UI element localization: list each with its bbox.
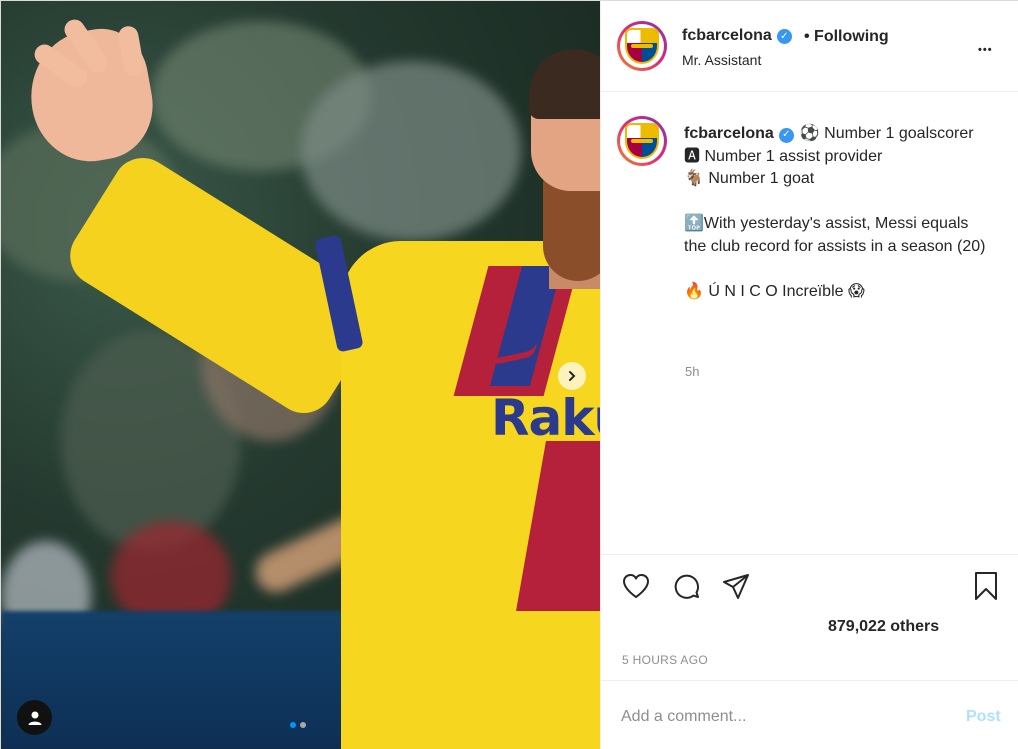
caption-username[interactable]: fcbarcelona bbox=[684, 125, 774, 142]
more-options-button[interactable]: ••• bbox=[978, 36, 993, 59]
caption-body: fcbarcelona ✓ ⚽ Number 1 goalscorer 🅰 Numb… bbox=[684, 123, 994, 303]
post-container: Rakut fcbarcelona✓ • Following Mr. Assis… bbox=[0, 0, 1018, 749]
user-tag-icon bbox=[28, 711, 41, 725]
header-username[interactable]: fcbarcelona bbox=[682, 27, 772, 44]
club-crest-logo bbox=[625, 123, 659, 159]
comment-button[interactable] bbox=[671, 571, 701, 601]
more-options-icon: ••• bbox=[978, 44, 993, 56]
carousel-dot-active bbox=[290, 722, 296, 728]
carousel-next-button[interactable] bbox=[558, 362, 586, 390]
comment-input[interactable] bbox=[621, 703, 941, 731]
following-button[interactable]: • Following bbox=[804, 28, 889, 46]
post-details-panel: fcbarcelona ✓ • Following Mr. Assistant •… bbox=[600, 1, 1018, 749]
header-username-link[interactable]: fcbarcelona ✓ bbox=[682, 27, 792, 45]
header-subtitle[interactable]: Mr. Assistant bbox=[682, 52, 761, 68]
bookmark-icon bbox=[975, 572, 997, 600]
carousel-indicator bbox=[290, 722, 306, 728]
heart-icon bbox=[623, 574, 649, 598]
post-comment-button[interactable]: Post bbox=[966, 708, 1001, 726]
comment-icon bbox=[674, 574, 699, 599]
player-hair bbox=[529, 49, 600, 119]
likes-count[interactable]: 879,022 others bbox=[828, 618, 939, 636]
user-tag-button[interactable] bbox=[17, 700, 52, 735]
carousel-next-icon bbox=[569, 371, 576, 381]
caption-text: ⚽ Number 1 goalscorer 🅰 Number 1 assist … bbox=[684, 125, 986, 300]
save-button[interactable] bbox=[971, 571, 1001, 601]
share-icon bbox=[723, 574, 749, 599]
avatar[interactable] bbox=[617, 21, 667, 71]
carousel-dot bbox=[300, 722, 306, 728]
action-bar: 879,022 others 5 HOURS AGO bbox=[601, 554, 1018, 680]
share-button[interactable] bbox=[721, 571, 751, 601]
post-header: fcbarcelona ✓ • Following Mr. Assistant •… bbox=[601, 1, 1018, 92]
verified-badge-icon: ✓ bbox=[778, 127, 794, 143]
jersey-sponsor: Rakut bbox=[491, 389, 600, 447]
caption-timestamp[interactable]: 5h bbox=[685, 364, 699, 379]
post-media[interactable]: Rakut bbox=[1, 1, 600, 749]
comment-form: Post bbox=[601, 680, 1018, 749]
caption-avatar[interactable] bbox=[617, 116, 667, 166]
post-timestamp: 5 HOURS AGO bbox=[622, 653, 708, 667]
caption-section: fcbarcelona ✓ ⚽ Number 1 goalscorer 🅰 Numb… bbox=[601, 93, 1018, 553]
club-crest-logo bbox=[625, 28, 659, 64]
like-button[interactable] bbox=[621, 571, 651, 601]
crowd-blur bbox=[301, 61, 521, 241]
verified-badge-icon: ✓ bbox=[776, 29, 792, 44]
